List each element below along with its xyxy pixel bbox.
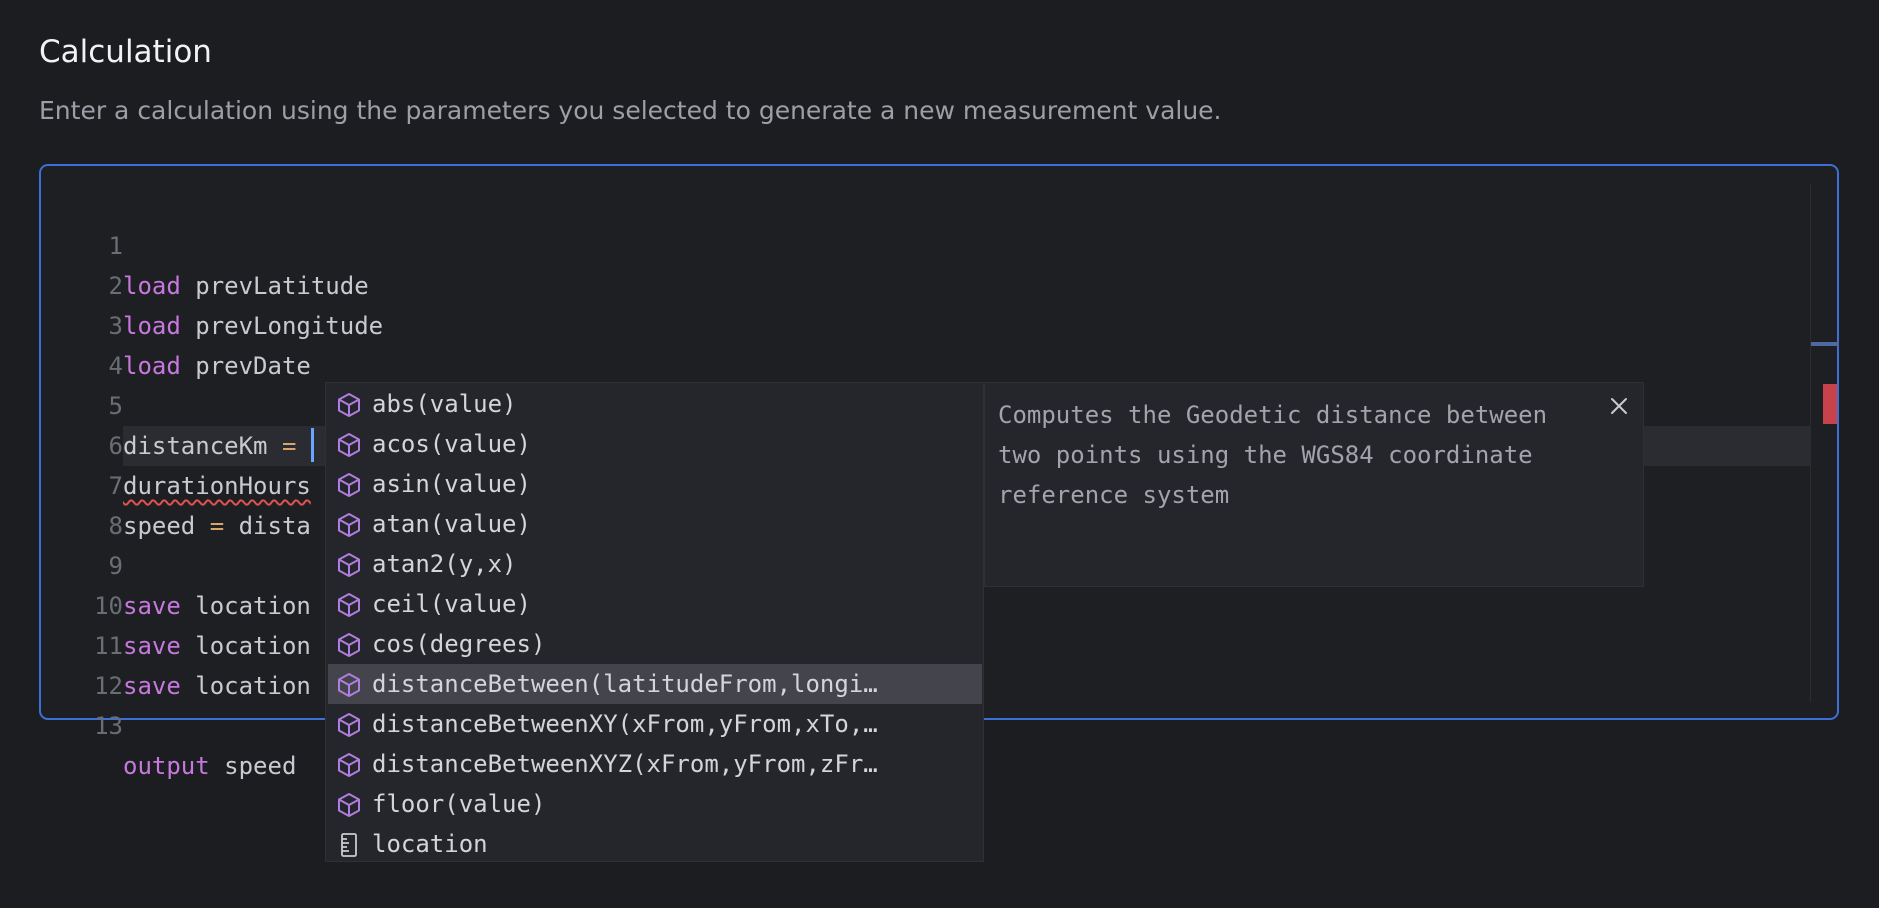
cube-icon <box>338 753 360 777</box>
page: Calculation Enter a calculation using th… <box>0 0 1879 908</box>
cube-icon <box>338 673 360 697</box>
error-marker[interactable] <box>1823 384 1837 424</box>
description-line: reference system <box>998 481 1230 509</box>
suggestion-description: Computes the Geodetic distance between t… <box>998 395 1598 515</box>
suggestion-item[interactable]: ceil(value) <box>328 584 982 624</box>
suggestion-label: distanceBetween(latitudeFrom,longi… <box>372 670 878 698</box>
suggestion-item[interactable]: atan2(y,x) <box>328 544 982 584</box>
code-line-active[interactable]: 5 distanceKm = <box>41 346 1811 466</box>
ruler-icon <box>341 833 357 857</box>
suggestion-item[interactable]: atan(value) <box>328 504 982 544</box>
page-subtitle: Enter a calculation using the parameters… <box>39 96 1222 125</box>
keyword: output <box>123 752 210 780</box>
cube-icon <box>338 473 360 497</box>
cube-icon <box>338 713 360 737</box>
suggestion-label: asin(value) <box>372 470 531 498</box>
code-line[interactable]: 2 load prevLongitude <box>41 226 1811 340</box>
suggestion-item[interactable]: distanceBetweenXYZ(xFrom,yFrom,zFr… <box>328 744 982 784</box>
suggestion-item[interactable]: abs(value) <box>328 384 982 424</box>
overview-ruler[interactable] <box>1810 184 1838 702</box>
cube-icon <box>338 433 360 457</box>
suggestion-item[interactable]: asin(value) <box>328 464 982 504</box>
code-line[interactable]: 4 <box>41 306 1811 380</box>
suggestion-item-selected[interactable]: distanceBetween(latitudeFrom,longi… <box>328 664 982 704</box>
suggestion-item[interactable]: location <box>328 824 982 864</box>
suggestion-label: acos(value) <box>372 430 531 458</box>
suggestion-item[interactable]: floor(value) <box>328 784 982 824</box>
suggestion-item[interactable]: distanceBetweenXY(xFrom,yFrom,xTo,… <box>328 704 982 744</box>
suggestion-details: Computes the Geodetic distance between t… <box>984 382 1644 587</box>
cube-icon <box>338 553 360 577</box>
cube-icon <box>338 633 360 657</box>
cube-icon <box>338 513 360 537</box>
suggestion-label: cos(degrees) <box>372 630 546 658</box>
identifier: speed <box>209 752 297 780</box>
suggestion-item[interactable]: cos(degrees) <box>328 624 982 664</box>
scrollbar-thumb[interactable] <box>1811 342 1839 346</box>
suggestion-label: location <box>372 830 488 858</box>
suggestion-label: distanceBetweenXYZ(xFrom,yFrom,zFr… <box>372 750 878 778</box>
cube-icon <box>338 793 360 817</box>
code-line[interactable]: 3 load prevDate <box>41 266 1811 380</box>
suggestion-label: atan2(y,x) <box>372 550 517 578</box>
cube-icon <box>338 393 360 417</box>
description-line: Computes the Geodetic distance between <box>998 401 1548 429</box>
close-icon[interactable] <box>1606 393 1632 419</box>
suggestion-label: distanceBetweenXY(xFrom,yFrom,xTo,… <box>372 710 878 738</box>
suggestion-label: ceil(value) <box>372 590 531 618</box>
suggestion-list[interactable]: abs(value) acos(value) asin(value) atan(… <box>325 382 984 862</box>
suggestion-label: abs(value) <box>372 390 517 418</box>
suggestion-item[interactable]: acos(value) <box>328 424 982 464</box>
code-line[interactable]: 1 load prevLatitude <box>41 186 1811 300</box>
line-number: 13 <box>94 712 123 740</box>
suggestion-label: atan(value) <box>372 510 531 538</box>
suggestion-label: floor(value) <box>372 790 546 818</box>
page-title: Calculation <box>39 34 212 70</box>
cube-icon <box>338 593 360 617</box>
description-line: two points using the WGS84 coordinate <box>998 441 1533 469</box>
